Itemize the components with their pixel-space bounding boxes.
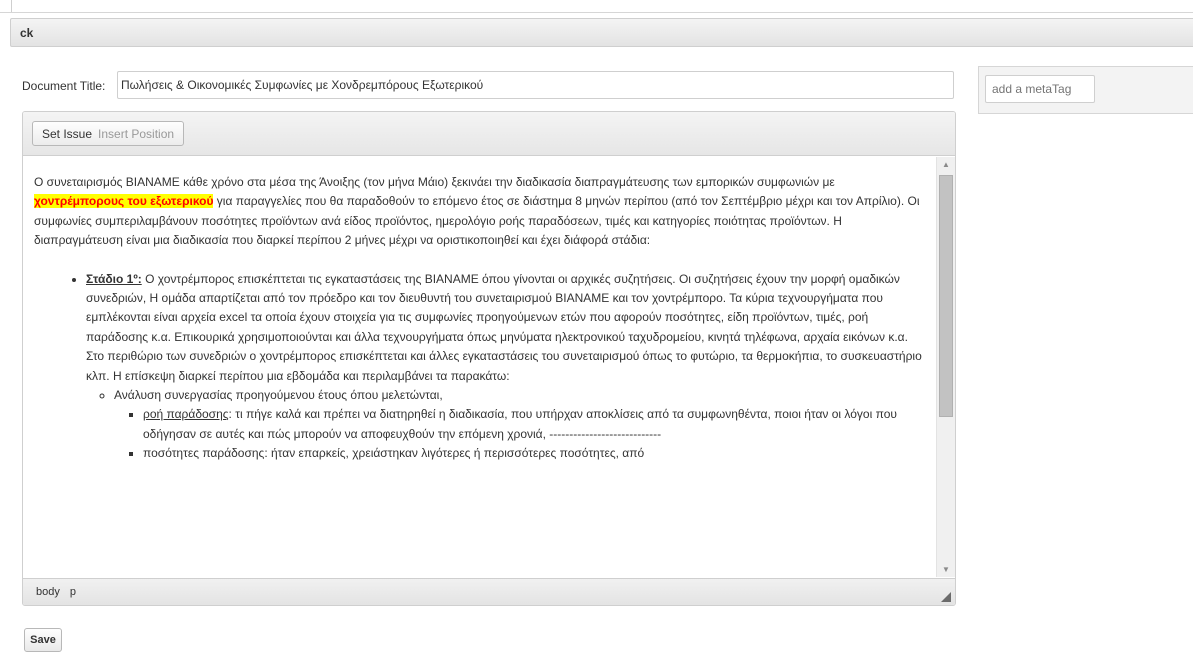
resize-handle-icon[interactable]	[941, 592, 951, 602]
toolbar-button-group: Set Issue Insert Position	[32, 121, 185, 146]
stage-1-text: Ο χοντρέμπορος επισκέπτεται τις εγκαταστ…	[86, 271, 922, 383]
element-path-p[interactable]: p	[70, 586, 76, 598]
stage-1-label: Στάδιο 1º:	[86, 271, 142, 286]
detail-item-delivery-quantities: ποσότητες παράδοσης: ήταν επαρκείς, χρει…	[143, 444, 926, 463]
top-strip-tab	[0, 0, 12, 12]
scrollbar-thumb[interactable]	[939, 175, 953, 417]
rich-text-editor: Set Issue Insert Position Ο συνεταιρισμό…	[22, 111, 956, 606]
editor-toolbar: Set Issue Insert Position	[23, 112, 955, 156]
panel-header: ck	[10, 18, 1193, 47]
stage-1-sublist: Ανάλυση συνεργασίας προηγούμενου έτους ό…	[86, 386, 926, 464]
detail-item-delivery-flow: ροή παράδοσης: τι πήγε καλά και πρέπει ν…	[143, 405, 926, 444]
editor-scrollbar[interactable]: ▲ ▼	[936, 157, 955, 577]
highlighted-phrase: χοντρέμπορους του εξωτερικού	[34, 194, 214, 209]
document-title-input[interactable]	[117, 71, 954, 99]
panel-title: ck	[20, 26, 34, 40]
set-issue-button[interactable]: Set Issue	[39, 127, 95, 141]
delivery-flow-label: ροή παράδοσης	[143, 407, 229, 422]
sub-item-analysis: Ανάλυση συνεργασίας προηγούμενου έτους ό…	[114, 386, 926, 464]
stages-list: Στάδιο 1º: Ο χοντρέμπορος επισκέπτεται τ…	[34, 270, 926, 464]
scroll-down-icon[interactable]: ▼	[937, 562, 955, 577]
document-title-label: Document Title:	[22, 79, 106, 93]
intro-paragraph: Ο συνεταιρισμός ΒΙΑΝΑΜΕ κάθε χρόνο στα μ…	[34, 173, 926, 251]
analysis-detail-list: ροή παράδοσης: τι πήγε καλά και πρέπει ν…	[114, 405, 926, 463]
insert-position-button[interactable]: Insert Position	[95, 127, 177, 141]
editor-content-area[interactable]: Ο συνεταιρισμός ΒΙΑΝΑΜΕ κάθε χρόνο στα μ…	[23, 157, 936, 577]
save-button[interactable]: Save	[24, 628, 62, 652]
delivery-quantities-text: ποσότητες παράδοσης: ήταν επαρκείς, χρει…	[143, 446, 645, 461]
top-strip	[0, 0, 1193, 13]
stage-1-item: Στάδιο 1º: Ο χοντρέμπορος επισκέπτεται τ…	[86, 270, 926, 464]
metatag-panel	[978, 66, 1193, 114]
element-path-body[interactable]: body	[36, 586, 60, 598]
sub-item-analysis-text: Ανάλυση συνεργασίας προηγούμενου έτους ό…	[114, 388, 443, 403]
scroll-up-icon[interactable]: ▲	[937, 157, 955, 172]
metatag-input[interactable]	[985, 75, 1095, 103]
intro-text-before: Ο συνεταιρισμός ΒΙΑΝΑΜΕ κάθε χρόνο στα μ…	[34, 175, 835, 189]
delivery-flow-text: : τι πήγε καλά και πρέπει να διατηρηθεί …	[143, 407, 897, 441]
editor-statusbar: body p	[23, 578, 955, 605]
